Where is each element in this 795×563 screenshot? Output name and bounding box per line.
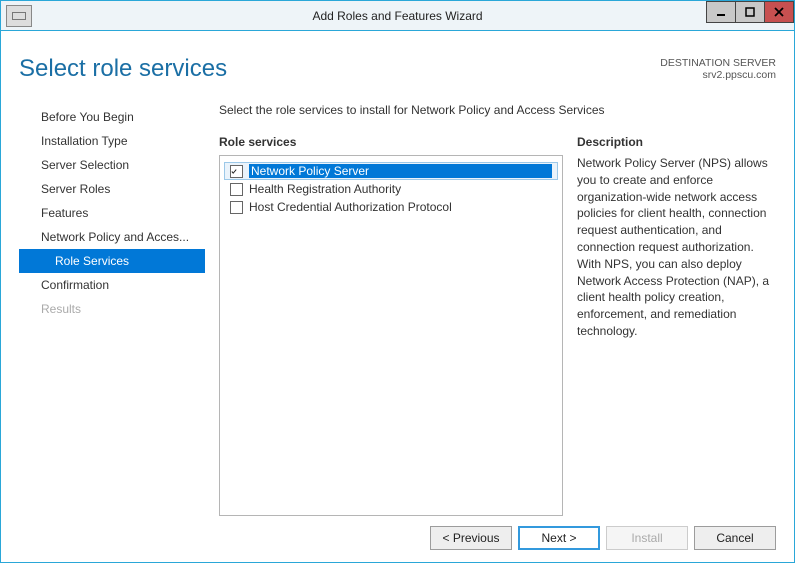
destination-label: DESTINATION SERVER xyxy=(660,57,776,69)
role-service-item[interactable]: Host Credential Authorization Protocol xyxy=(224,198,558,216)
wizard-step[interactable]: Server Selection xyxy=(19,153,205,177)
header-row: Select role services DESTINATION SERVER … xyxy=(19,55,776,83)
app-icon xyxy=(6,5,32,27)
content-pane: Select the role services to install for … xyxy=(219,103,776,516)
description-header: Description xyxy=(577,135,776,149)
description-text: Network Policy Server (NPS) allows you t… xyxy=(577,155,776,340)
install-button: Install xyxy=(606,526,688,550)
role-services-column: Role services Network Policy Server Healt… xyxy=(219,135,563,516)
wizard-step[interactable]: Server Roles xyxy=(19,177,205,201)
close-button[interactable] xyxy=(764,1,794,23)
checkbox[interactable] xyxy=(230,201,243,214)
wizard-step[interactable]: Before You Begin xyxy=(19,105,205,129)
role-service-label: Host Credential Authorization Protocol xyxy=(249,200,552,214)
main-area: Before You BeginInstallation TypeServer … xyxy=(19,103,776,516)
checkbox[interactable] xyxy=(230,165,243,178)
role-services-listbox[interactable]: Network Policy Server Health Registration… xyxy=(219,155,563,516)
checkbox[interactable] xyxy=(230,183,243,196)
wizard-step[interactable]: Features xyxy=(19,201,205,225)
wizard-window: Add Roles and Features Wizard Select rol… xyxy=(0,0,795,563)
role-service-label: Health Registration Authority xyxy=(249,182,552,196)
next-button[interactable]: Next > xyxy=(518,526,600,550)
content-columns: Role services Network Policy Server Healt… xyxy=(219,135,776,516)
page-title: Select role services xyxy=(19,55,660,83)
role-service-item[interactable]: Network Policy Server xyxy=(224,162,558,180)
maximize-button[interactable] xyxy=(735,1,765,23)
window-buttons xyxy=(707,1,794,23)
destination-info: DESTINATION SERVER srv2.ppscu.com xyxy=(660,57,776,81)
role-service-item[interactable]: Health Registration Authority xyxy=(224,180,558,198)
wizard-step[interactable]: Confirmation xyxy=(19,273,205,297)
titlebar: Add Roles and Features Wizard xyxy=(1,1,794,31)
wizard-body: Select role services DESTINATION SERVER … xyxy=(1,31,794,562)
destination-server: srv2.ppscu.com xyxy=(660,69,776,81)
minimize-button[interactable] xyxy=(706,1,736,23)
description-column: Description Network Policy Server (NPS) … xyxy=(577,135,776,516)
wizard-steps-sidebar: Before You BeginInstallation TypeServer … xyxy=(19,103,205,516)
instruction-text: Select the role services to install for … xyxy=(219,103,776,117)
role-service-label: Network Policy Server xyxy=(249,164,552,178)
wizard-step[interactable]: Role Services xyxy=(19,249,205,273)
wizard-step[interactable]: Network Policy and Acces... xyxy=(19,225,205,249)
wizard-step[interactable]: Installation Type xyxy=(19,129,205,153)
cancel-button[interactable]: Cancel xyxy=(694,526,776,550)
wizard-step: Results xyxy=(19,297,205,321)
role-services-header: Role services xyxy=(219,135,563,149)
previous-button[interactable]: < Previous xyxy=(430,526,512,550)
window-title: Add Roles and Features Wizard xyxy=(1,9,794,23)
button-row: < Previous Next > Install Cancel xyxy=(19,516,776,550)
